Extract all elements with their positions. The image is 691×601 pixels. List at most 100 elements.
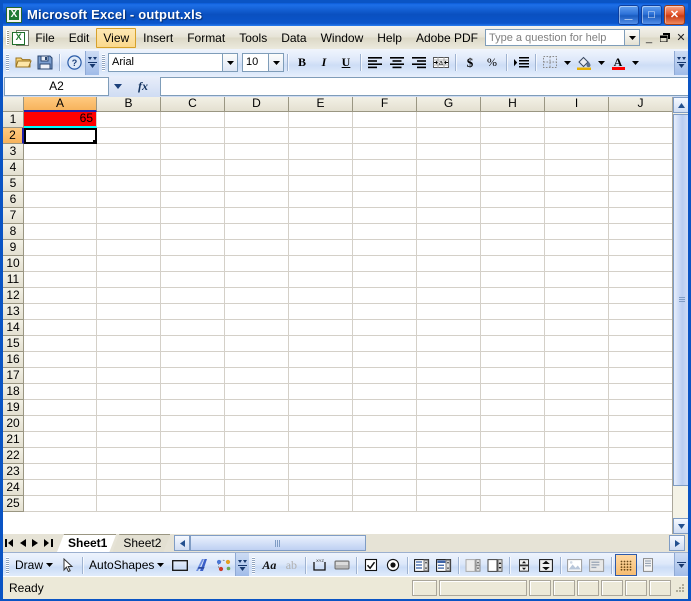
cell-J22[interactable] — [609, 448, 673, 464]
cell-H10[interactable] — [481, 256, 545, 272]
control-toolbox-options-icon[interactable] — [674, 553, 688, 577]
cell-D25[interactable] — [225, 496, 289, 512]
cell-G24[interactable] — [417, 480, 481, 496]
cell-E15[interactable] — [289, 336, 353, 352]
menu-item-help[interactable]: Help — [370, 28, 409, 48]
name-box-dropdown-icon[interactable] — [109, 77, 126, 96]
textbox-ab-icon[interactable]: ab — [280, 554, 302, 576]
cell-I4[interactable] — [545, 160, 609, 176]
cell-J9[interactable] — [609, 240, 673, 256]
cell-A21[interactable] — [24, 432, 97, 448]
cell-D6[interactable] — [225, 192, 289, 208]
cell-H5[interactable] — [481, 176, 545, 192]
sheet-tab-sheet2[interactable]: Sheet2 — [112, 534, 170, 552]
cell-G25[interactable] — [417, 496, 481, 512]
cell-H22[interactable] — [481, 448, 545, 464]
row-header-21[interactable]: 21 — [3, 432, 24, 448]
menu-bar-grip[interactable] — [6, 30, 10, 45]
cell-C19[interactable] — [161, 400, 225, 416]
document-restore-button[interactable] — [658, 30, 672, 45]
toggle-button-icon[interactable] — [462, 554, 484, 576]
menu-item-file[interactable]: File — [28, 28, 61, 48]
cell-E8[interactable] — [289, 224, 353, 240]
cell-C10[interactable] — [161, 256, 225, 272]
select-all-button[interactable] — [3, 97, 24, 112]
cell-F13[interactable] — [353, 304, 417, 320]
cell-D8[interactable] — [225, 224, 289, 240]
cell-A2[interactable] — [24, 128, 97, 144]
cell-F21[interactable] — [353, 432, 417, 448]
cell-D3[interactable] — [225, 144, 289, 160]
design-mode-icon[interactable] — [615, 554, 638, 576]
cell-B7[interactable] — [97, 208, 161, 224]
cell-F5[interactable] — [353, 176, 417, 192]
font-name-input[interactable]: Arial — [108, 53, 223, 72]
menu-item-insert[interactable]: Insert — [136, 28, 180, 48]
cell-I25[interactable] — [545, 496, 609, 512]
cell-A16[interactable] — [24, 352, 97, 368]
command-button-icon[interactable] — [331, 554, 353, 576]
cell-J18[interactable] — [609, 384, 673, 400]
properties-icon[interactable] — [637, 554, 659, 576]
cell-B17[interactable] — [97, 368, 161, 384]
cell-H20[interactable] — [481, 416, 545, 432]
minimize-button[interactable]: _ — [618, 5, 639, 25]
column-header-j[interactable]: J — [609, 97, 673, 112]
cell-I23[interactable] — [545, 464, 609, 480]
cell-D5[interactable] — [225, 176, 289, 192]
cell-H1[interactable] — [481, 112, 545, 128]
cell-A8[interactable] — [24, 224, 97, 240]
menu-item-format[interactable]: Format — [180, 28, 232, 48]
cell-B3[interactable] — [97, 144, 161, 160]
folder-open-icon[interactable] — [12, 52, 34, 74]
cell-E25[interactable] — [289, 496, 353, 512]
control-toolbox-grip[interactable] — [252, 556, 256, 574]
cell-E11[interactable] — [289, 272, 353, 288]
cell-C24[interactable] — [161, 480, 225, 496]
cell-E5[interactable] — [289, 176, 353, 192]
row-header-4[interactable]: 4 — [3, 160, 24, 176]
drawing-toolbar-grip[interactable] — [6, 556, 9, 574]
fill-color-dropdown-icon[interactable] — [595, 52, 607, 74]
row-header-15[interactable]: 15 — [3, 336, 24, 352]
cell-C5[interactable] — [161, 176, 225, 192]
cell-I16[interactable] — [545, 352, 609, 368]
cell-B16[interactable] — [97, 352, 161, 368]
cell-D18[interactable] — [225, 384, 289, 400]
cell-J7[interactable] — [609, 208, 673, 224]
column-header-g[interactable]: G — [417, 97, 481, 112]
cell-A6[interactable] — [24, 192, 97, 208]
cell-I5[interactable] — [545, 176, 609, 192]
cell-B19[interactable] — [97, 400, 161, 416]
diagram-icon[interactable] — [213, 554, 235, 576]
horizontal-scrollbar[interactable] — [170, 535, 688, 552]
row-header-17[interactable]: 17 — [3, 368, 24, 384]
cell-H19[interactable] — [481, 400, 545, 416]
cell-B24[interactable] — [97, 480, 161, 496]
cell-C25[interactable] — [161, 496, 225, 512]
cell-A11[interactable] — [24, 272, 97, 288]
cell-A1[interactable]: 65 — [24, 112, 97, 128]
cell-G22[interactable] — [417, 448, 481, 464]
cell-D10[interactable] — [225, 256, 289, 272]
cell-J24[interactable] — [609, 480, 673, 496]
row-header-12[interactable]: 12 — [3, 288, 24, 304]
cell-G21[interactable] — [417, 432, 481, 448]
cell-H23[interactable] — [481, 464, 545, 480]
cell-A17[interactable] — [24, 368, 97, 384]
cell-C23[interactable] — [161, 464, 225, 480]
autoshapes-chevron-down-icon[interactable] — [157, 563, 169, 567]
cell-G10[interactable] — [417, 256, 481, 272]
cell-G19[interactable] — [417, 400, 481, 416]
cell-F1[interactable] — [353, 112, 417, 128]
vertical-scrollbar[interactable] — [672, 97, 688, 534]
cell-I7[interactable] — [545, 208, 609, 224]
cell-B5[interactable] — [97, 176, 161, 192]
row-header-20[interactable]: 20 — [3, 416, 24, 432]
row-header-14[interactable]: 14 — [3, 320, 24, 336]
row-header-9[interactable]: 9 — [3, 240, 24, 256]
cell-J6[interactable] — [609, 192, 673, 208]
cell-F22[interactable] — [353, 448, 417, 464]
row-header-6[interactable]: 6 — [3, 192, 24, 208]
cell-A14[interactable] — [24, 320, 97, 336]
